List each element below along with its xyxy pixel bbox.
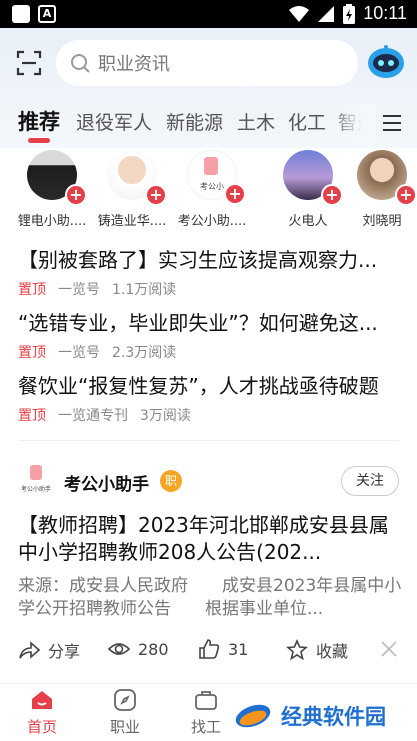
compass-icon <box>114 689 136 711</box>
tabs-fade <box>330 104 376 144</box>
share-icon <box>19 641 40 659</box>
collect-label: 收藏 <box>316 642 349 661</box>
pinned-title: “选错专业，毕业即失业”？如何避免这... <box>18 311 378 335</box>
ai-assistant-icon[interactable] <box>366 44 406 80</box>
pinned-tag: 置顶 <box>18 282 46 298</box>
follow-suggestions: + 锂电小助.... + 铸造业华.... 考公小 + 考公小助.... + 火… <box>0 150 417 230</box>
author-logo: 考公小助手 <box>21 465 51 493</box>
follow-name: 铸造业华.... <box>97 214 167 229</box>
article-excerpt: 来源：成安县人民政府 成安县2023年县属中小学公开招聘教师公告 根据事业单位.… <box>18 576 402 619</box>
watermark: 经典软件园 <box>225 690 417 741</box>
author-name: 考公小助手 <box>64 475 149 495</box>
pinned-title: 餐饮业“报复性复苏”，人才挑战亟待破题 <box>18 374 379 398</box>
likes-value: 31 <box>228 639 249 659</box>
follow-plus-button[interactable]: + <box>145 184 167 206</box>
verified-badge: 职 <box>160 470 182 492</box>
article-author[interactable]: 考公小助手 考公小助手 职 关注 <box>18 462 399 502</box>
briefcase-icon <box>195 691 217 710</box>
pinned-reads: 3万阅读 <box>140 408 191 424</box>
follow-plus-button[interactable]: + <box>65 184 87 206</box>
nav-career-label: 职业 <box>109 718 140 736</box>
signal-icon <box>318 5 335 22</box>
avatar: + <box>27 150 87 206</box>
follow-button[interactable]: 关注 <box>341 466 399 496</box>
watermark-logo-icon <box>235 704 271 727</box>
svg-text:考公小助手: 考公小助手 <box>21 485 51 493</box>
avatar: + <box>283 150 343 206</box>
pinned-title: 【别被套路了】实习生应该提高观察力... <box>18 248 378 272</box>
tab-civil-engineering[interactable]: 土木 <box>237 108 275 135</box>
nav-home[interactable]: 首页 <box>12 688 72 737</box>
tab-chemical[interactable]: 化工 <box>288 108 326 135</box>
wifi-icon <box>289 5 310 22</box>
pinned-tag: 置顶 <box>18 345 46 361</box>
follow-card[interactable]: + 铸造业华.... <box>92 150 172 229</box>
pinned-source: 一览号 <box>58 345 100 361</box>
star-icon <box>286 639 308 661</box>
follow-name: 考公小助.... <box>177 214 247 229</box>
follow-card[interactable]: + 刘晓明 <box>342 150 417 229</box>
follow-card[interactable]: 考公小 + 考公小助.... <box>172 150 252 229</box>
tab-recommend[interactable]: 推荐 <box>18 106 60 136</box>
a-app-icon: A <box>38 5 56 23</box>
close-icon <box>381 641 397 657</box>
share-button[interactable]: 分享 <box>18 638 80 662</box>
follow-plus-button[interactable]: + <box>395 184 417 206</box>
avatar: + <box>107 150 167 206</box>
pinned-source: 一览号 <box>58 282 100 298</box>
category-tabs: 推荐 退役军人 新能源 土木 化工 智造 <box>0 104 417 144</box>
menu-icon[interactable] <box>382 114 402 132</box>
dismiss-button[interactable] <box>378 638 400 660</box>
svg-text:考公小: 考公小 <box>200 182 224 191</box>
follow-plus-button[interactable]: + <box>224 183 246 205</box>
collect-button[interactable]: 收藏 <box>286 638 348 662</box>
follow-card[interactable]: + 锂电小助.... <box>12 150 92 229</box>
clock: 10:11 <box>363 3 407 23</box>
watermark-text: 经典软件园 <box>281 704 386 729</box>
pinned-article[interactable]: “选错专业，毕业即失业”？如何避免这... 置顶 一览号 2.3万阅读 <box>18 307 403 362</box>
battery-charging-icon <box>343 3 356 24</box>
nav-home-label: 首页 <box>26 718 57 736</box>
article-title[interactable]: 【教师招聘】2023年河北邯郸成安县县属中小学招聘教师208人公告(202... <box>18 512 402 566</box>
follow-name: 刘晓明 <box>362 214 402 229</box>
notification-square-icon <box>12 5 30 23</box>
pinned-tag: 置顶 <box>18 408 46 424</box>
pinned-reads: 1.1万阅读 <box>112 282 177 298</box>
search-bar[interactable]: 职业资讯 <box>56 40 358 86</box>
status-bar: A 10:11 <box>0 0 417 28</box>
nav-jobs-label: 找工 <box>190 718 221 736</box>
article-actions: 分享 280 31 收藏 <box>18 638 399 664</box>
tab-veterans[interactable]: 退役军人 <box>76 108 152 135</box>
pinned-source: 一览通专刊 <box>58 408 128 424</box>
top-header: 职业资讯 推荐 退役军人 新能源 土木 化工 智造 <box>0 28 417 148</box>
views-value: 280 <box>138 639 169 659</box>
eye-icon <box>108 643 130 655</box>
avatar: 考公小 + <box>187 150 246 205</box>
like-button[interactable]: 31 <box>198 638 248 660</box>
scan-icon[interactable] <box>16 50 42 76</box>
follow-plus-button[interactable]: + <box>321 184 343 206</box>
search-placeholder: 职业资讯 <box>98 54 170 75</box>
follow-name: 锂电小助.... <box>17 214 87 229</box>
avatar: + <box>357 150 417 206</box>
follow-card[interactable]: + 火电人 <box>268 150 348 229</box>
tab-new-energy[interactable]: 新能源 <box>166 108 223 135</box>
home-icon <box>32 691 52 709</box>
share-label: 分享 <box>48 642 81 661</box>
pinned-reads: 2.3万阅读 <box>112 345 177 361</box>
views-count: 280 <box>108 638 169 660</box>
active-tab-indicator <box>28 138 50 143</box>
follow-name: 火电人 <box>288 214 328 229</box>
nav-career[interactable]: 职业 <box>95 688 155 737</box>
search-icon <box>71 54 90 73</box>
pinned-article[interactable]: 【别被套路了】实习生应该提高观察力... 置顶 一览号 1.1万阅读 <box>18 244 403 299</box>
divider <box>18 440 399 441</box>
thumbs-up-icon <box>199 639 220 659</box>
pinned-article[interactable]: 餐饮业“报复性复苏”，人才挑战亟待破题 置顶 一览通专刊 3万阅读 <box>18 370 403 425</box>
